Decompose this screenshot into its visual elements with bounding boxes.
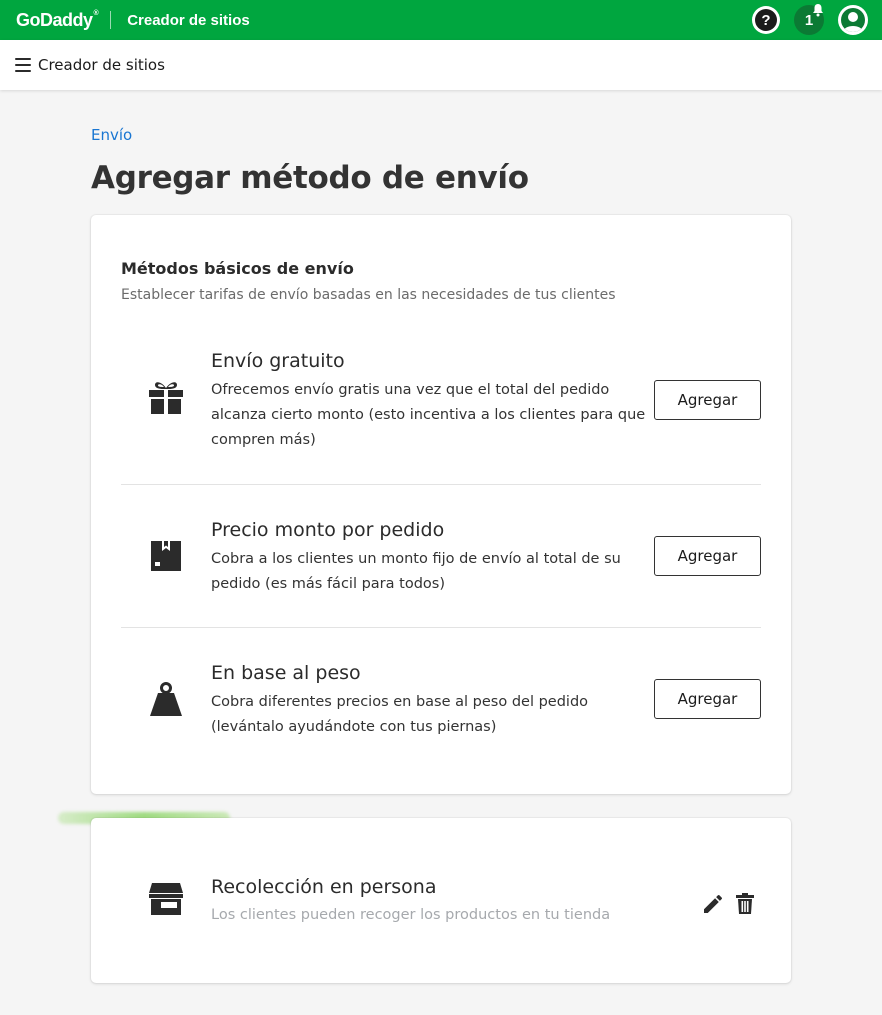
help-button[interactable]: ?: [752, 6, 780, 34]
box-icon: [151, 541, 181, 571]
help-icon: ?: [755, 9, 777, 31]
account-button[interactable]: [838, 5, 868, 35]
pickup-card: Recolección en persona Los clientes pued…: [91, 818, 791, 983]
edit-icon[interactable]: [701, 892, 725, 916]
trash-icon[interactable]: [734, 892, 756, 916]
godaddy-logo[interactable]: GoDaddy®: [16, 10, 99, 31]
gift-icon: [149, 382, 183, 414]
bell-icon: [813, 4, 823, 17]
divider: [121, 627, 761, 628]
store-icon: [149, 883, 183, 915]
menu-icon[interactable]: [15, 58, 31, 72]
pickup-description: Los clientes pueden recoger los producto…: [211, 907, 611, 923]
section-title: Métodos básicos de envío: [121, 259, 354, 278]
pickup-title: Recolección en persona: [211, 876, 437, 898]
section-subtitle: Establecer tarifas de envío basadas en l…: [121, 287, 616, 303]
method-title: Precio monto por pedido: [211, 519, 445, 541]
method-flat-rate: Precio monto por pedido Cobra a los clie…: [121, 515, 761, 615]
user-icon: [841, 8, 865, 32]
header-divider: [110, 11, 112, 29]
top-bar: GoDaddy® Creador de sitios ? 1: [0, 0, 882, 40]
add-weight-based-button[interactable]: Agregar: [654, 679, 761, 719]
method-description: Cobra diferentes precios en base al peso…: [211, 694, 589, 735]
method-description: Cobra a los clientes un monto fijo de en…: [211, 551, 621, 592]
page-title: Agregar método de envío: [91, 160, 529, 196]
add-flat-rate-button[interactable]: Agregar: [654, 536, 761, 576]
notifications-button[interactable]: 1: [794, 4, 824, 35]
topbar-actions: ? 1: [752, 4, 868, 35]
divider: [121, 484, 761, 485]
method-title: Envío gratuito: [211, 350, 345, 372]
basic-methods-card: Métodos básicos de envío Establecer tari…: [91, 215, 791, 794]
secondary-nav: Creador de sitios: [0, 40, 882, 90]
product-name: Creador de sitios: [127, 11, 250, 29]
method-weight-based: En base al peso Cobra diferentes precios…: [121, 658, 761, 758]
breadcrumb-shipping[interactable]: Envío: [91, 126, 132, 144]
weight-icon: [150, 682, 182, 716]
nav-title[interactable]: Creador de sitios: [38, 56, 165, 74]
add-free-shipping-button[interactable]: Agregar: [654, 380, 761, 420]
method-description: Ofrecemos envío gratis una vez que el to…: [211, 382, 646, 448]
method-title: En base al peso: [211, 662, 361, 684]
method-free-shipping: Envío gratuito Ofrecemos envío gratis un…: [121, 345, 761, 465]
